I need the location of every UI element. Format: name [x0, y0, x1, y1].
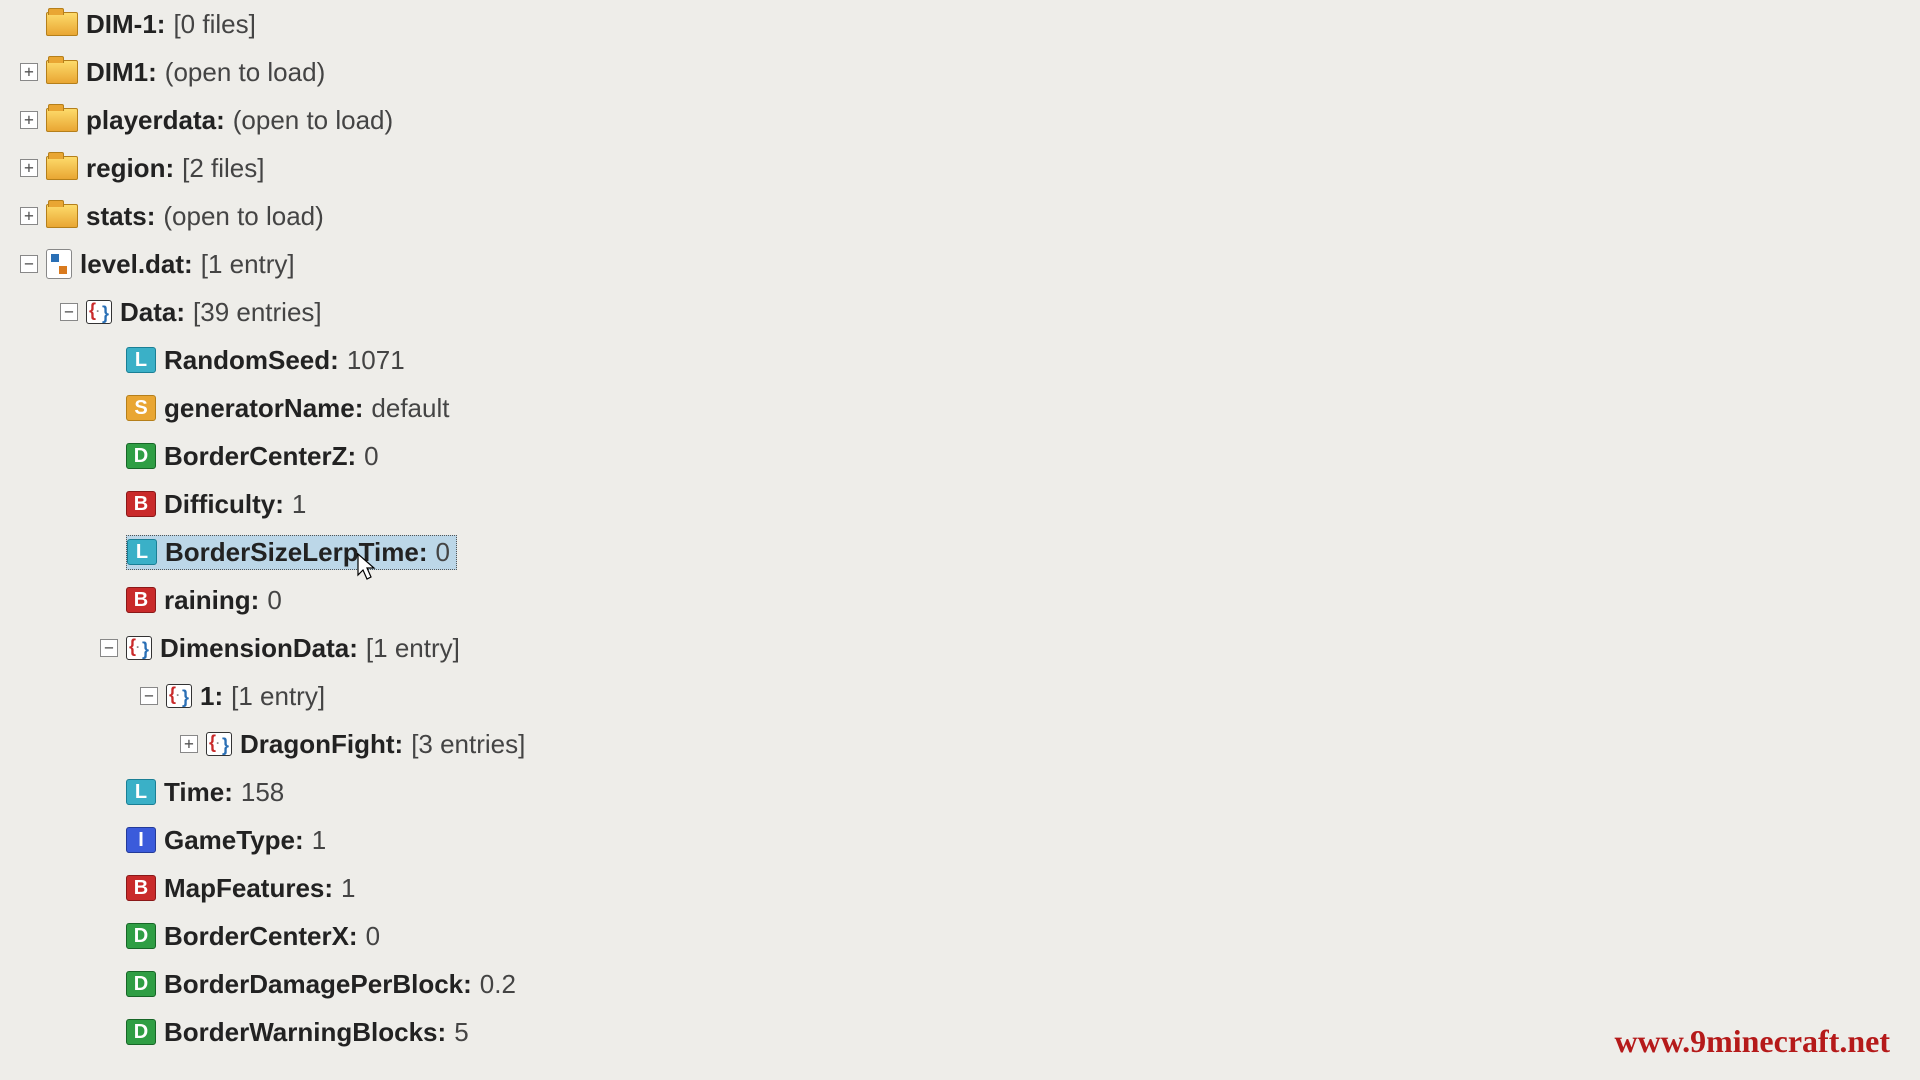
node-label: BorderCenterZ: [164, 441, 356, 472]
tag-D-icon: D [126, 1019, 156, 1045]
node-value: 158 [241, 777, 284, 808]
tag-L-icon: L [126, 779, 156, 805]
node-value: 0.2 [480, 969, 516, 1000]
node-label: MapFeatures: [164, 873, 333, 904]
node-label: BorderSizeLerpTime: [165, 537, 427, 568]
node-value: 1071 [347, 345, 405, 376]
tree-row[interactable]: + DIM1: (open to load) [0, 48, 1920, 96]
folder-icon [46, 12, 78, 36]
tree-row[interactable]: − level.dat: [1 entry] [0, 240, 1920, 288]
tag-D-icon: D [126, 971, 156, 997]
folder-icon [46, 108, 78, 132]
node-value: 0 [267, 585, 281, 616]
node-label: level.dat: [80, 249, 193, 280]
node-label: DragonFight: [240, 729, 403, 760]
tag-D-icon: D [126, 923, 156, 949]
node-label: DIM-1: [86, 9, 165, 40]
node-label: 1: [200, 681, 223, 712]
expand-icon[interactable]: + [20, 63, 38, 81]
node-value: 1 [292, 489, 306, 520]
node-value: (open to load) [165, 57, 325, 88]
tree-row[interactable]: I GameType: 1 [0, 816, 1920, 864]
node-value: [1 entry] [231, 681, 325, 712]
tree-row[interactable]: + region: [2 files] [0, 144, 1920, 192]
compound-icon: {}· [166, 684, 192, 708]
compound-icon: {}· [86, 300, 112, 324]
tree-row[interactable]: L Time: 158 [0, 768, 1920, 816]
node-value: [3 entries] [411, 729, 525, 760]
tree-row[interactable]: + {}· DragonFight: [3 entries] [0, 720, 1920, 768]
node-value: [0 files] [173, 9, 255, 40]
watermark-text: www.9minecraft.net [1615, 1023, 1890, 1060]
node-label: BorderWarningBlocks: [164, 1017, 446, 1048]
tag-B-icon: B [126, 491, 156, 517]
node-label: Data: [120, 297, 185, 328]
node-value: 0 [435, 537, 449, 568]
collapse-icon[interactable]: − [100, 639, 118, 657]
tree-row[interactable]: D BorderCenterZ: 0 [0, 432, 1920, 480]
tree-row[interactable]: L BorderSizeLerpTime: 0 [0, 528, 1920, 576]
expand-icon[interactable]: + [20, 207, 38, 225]
node-value: [1 entry] [366, 633, 460, 664]
folder-icon [46, 204, 78, 228]
tree-row[interactable]: −{}· DimensionData: [1 entry] [0, 624, 1920, 672]
node-label: GameType: [164, 825, 304, 856]
tag-D-icon: D [126, 443, 156, 469]
node-label: raining: [164, 585, 259, 616]
node-value: (open to load) [163, 201, 323, 232]
node-label: Difficulty: [164, 489, 284, 520]
compound-icon: {}· [206, 732, 232, 756]
expand-icon[interactable]: + [20, 159, 38, 177]
node-value: [1 entry] [201, 249, 295, 280]
tag-S-icon: S [126, 395, 156, 421]
tag-I-icon: I [126, 827, 156, 853]
tree-row[interactable]: B Difficulty: 1 [0, 480, 1920, 528]
tag-L-icon: L [126, 347, 156, 373]
tree-row[interactable]: DIM-1: [0 files] [0, 0, 1920, 48]
tree-row[interactable]: B MapFeatures: 1 [0, 864, 1920, 912]
tree-row[interactable]: L RandomSeed: 1071 [0, 336, 1920, 384]
node-value: default [371, 393, 449, 424]
node-value: 0 [366, 921, 380, 952]
tree-row[interactable]: Braining: 0 [0, 576, 1920, 624]
node-value: 0 [364, 441, 378, 472]
node-value: 1 [341, 873, 355, 904]
tree-row[interactable]: + stats: (open to load) [0, 192, 1920, 240]
node-label: BorderCenterX: [164, 921, 358, 952]
node-label: DimensionData: [160, 633, 358, 664]
folder-icon [46, 156, 78, 180]
expand-icon[interactable]: + [180, 735, 198, 753]
tree-row[interactable]: D BorderCenterX: 0 [0, 912, 1920, 960]
tree-row[interactable]: −{}· 1: [1 entry] [0, 672, 1920, 720]
node-label: BorderDamagePerBlock: [164, 969, 472, 1000]
node-label: RandomSeed: [164, 345, 339, 376]
node-value: 5 [454, 1017, 468, 1048]
collapse-icon[interactable]: − [140, 687, 158, 705]
collapse-icon[interactable]: − [20, 255, 38, 273]
node-label: region: [86, 153, 174, 184]
node-label: stats: [86, 201, 155, 232]
node-label: Time: [164, 777, 233, 808]
tag-L-icon: L [127, 539, 157, 565]
tag-B-icon: B [126, 875, 156, 901]
tree-row[interactable]: D BorderDamagePerBlock: 0.2 [0, 960, 1920, 1008]
folder-icon [46, 60, 78, 84]
tree-row[interactable]: + playerdata: (open to load) [0, 96, 1920, 144]
expand-icon[interactable]: + [20, 111, 38, 129]
tree-row[interactable]: SgeneratorName: default [0, 384, 1920, 432]
nbt-tree: DIM-1: [0 files] + DIM1: (open to load) + play… [0, 0, 1920, 1056]
tag-B-icon: B [126, 587, 156, 613]
node-label: generatorName: [164, 393, 363, 424]
tree-row[interactable]: −{}· Data: [39 entries] [0, 288, 1920, 336]
collapse-icon[interactable]: − [60, 303, 78, 321]
file-icon [46, 249, 72, 279]
compound-icon: {}· [126, 636, 152, 660]
node-value: 1 [312, 825, 326, 856]
node-value: [2 files] [182, 153, 264, 184]
node-value: (open to load) [233, 105, 393, 136]
node-label: playerdata: [86, 105, 225, 136]
node-value: [39 entries] [193, 297, 322, 328]
node-label: DIM1: [86, 57, 157, 88]
